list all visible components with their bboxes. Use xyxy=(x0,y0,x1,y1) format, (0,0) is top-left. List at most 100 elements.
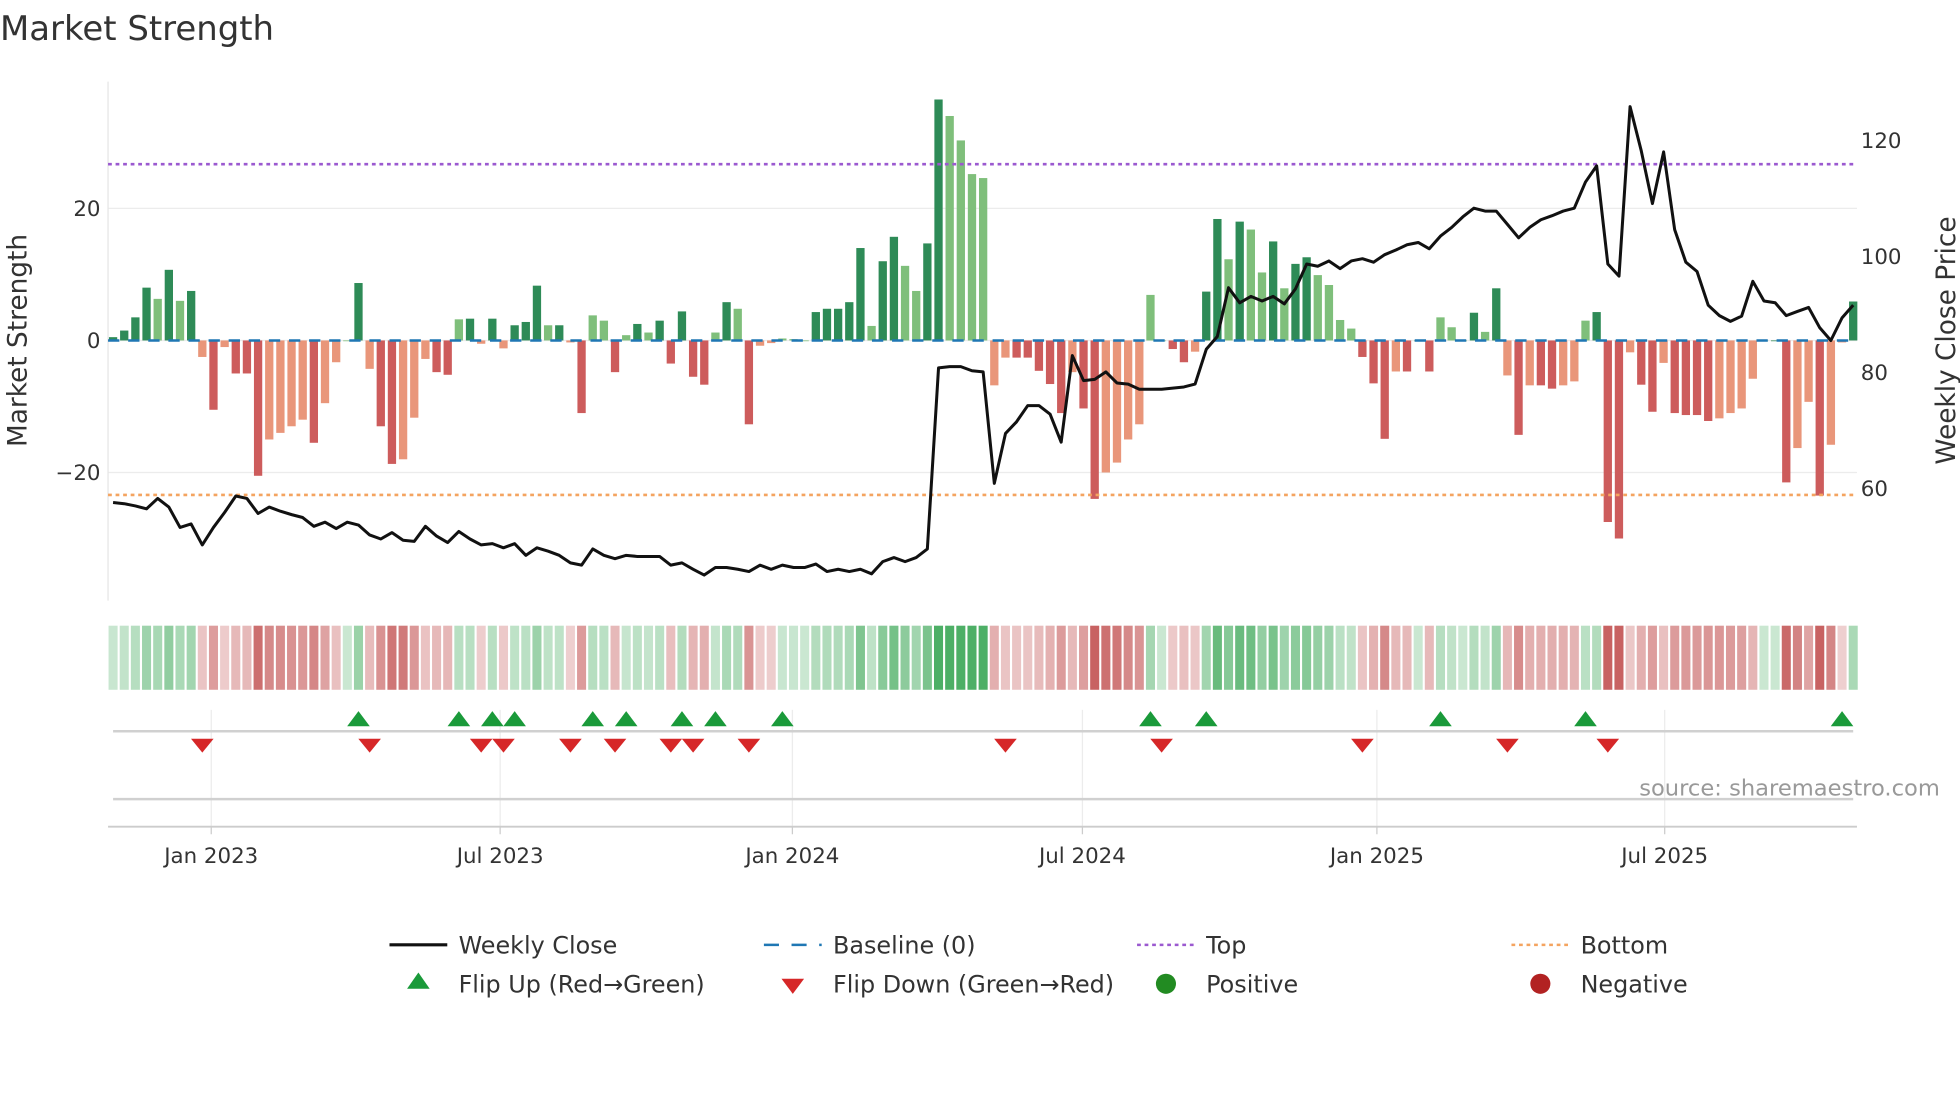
strength-bar xyxy=(1692,340,1702,416)
strength-bar xyxy=(1402,340,1412,372)
legend-item: Baseline (0) xyxy=(763,932,976,960)
flip-up-marker xyxy=(670,711,694,727)
strength-strip-cell xyxy=(1402,625,1412,690)
strength-strip-cell xyxy=(1536,625,1546,690)
strength-strip-cell xyxy=(1670,625,1680,690)
strength-strip-cell xyxy=(420,625,430,690)
strength-strip-cell xyxy=(1491,625,1501,690)
strength-strip-cell xyxy=(621,625,631,690)
flip-down-marker xyxy=(191,738,214,753)
strength-strip-cell xyxy=(1837,625,1847,690)
strength-bar xyxy=(1681,340,1691,416)
strength-strip-cell xyxy=(1804,625,1814,690)
x-tick-label: Jul 2024 xyxy=(1037,844,1126,869)
strength-bar xyxy=(1704,340,1713,421)
flip-up-marker xyxy=(447,711,471,727)
strength-bar xyxy=(1793,340,1802,449)
strength-strip-cell xyxy=(510,625,520,690)
strength-strip-cell xyxy=(242,625,252,690)
strength-strip-cell xyxy=(331,625,341,690)
strength-strip-cell xyxy=(1123,625,1133,690)
strength-bar xyxy=(131,317,140,341)
strength-bar xyxy=(231,340,240,374)
strength-bar xyxy=(1503,340,1512,376)
legend-item: Top xyxy=(1137,932,1246,960)
strength-bar xyxy=(220,340,229,348)
strength-bar xyxy=(677,311,687,341)
strength-strip-cell xyxy=(1000,625,1010,690)
strength-strip-cell xyxy=(1201,625,1211,690)
strength-strip-cell xyxy=(1157,625,1167,690)
strength-strip-cell xyxy=(1725,625,1736,690)
strength-strip-cell xyxy=(1302,625,1312,690)
strength-strip-cell xyxy=(1168,625,1178,690)
strength-bar xyxy=(978,178,988,341)
strength-bar xyxy=(1469,312,1479,341)
strength-bar xyxy=(521,321,530,341)
legend-item: Flip Down (Green→Red) xyxy=(781,971,1114,999)
strength-bar xyxy=(956,140,965,341)
strength-strip-cell xyxy=(231,625,241,690)
strength-bar xyxy=(856,248,865,341)
strength-bar xyxy=(398,340,408,460)
strength-strip-cell xyxy=(1547,625,1557,690)
strength-strip-cell xyxy=(655,625,665,690)
strength-strip-cell xyxy=(1737,625,1747,690)
strength-strip-cell xyxy=(253,625,263,690)
strength-bar xyxy=(1425,340,1434,372)
strength-strip-cell xyxy=(1279,625,1289,690)
strength-bar xyxy=(1659,340,1668,363)
strength-bar xyxy=(410,340,419,418)
strength-strip-cell xyxy=(220,625,230,690)
strength-bar xyxy=(1436,317,1445,341)
strength-strip-cell xyxy=(1335,625,1345,690)
strength-strip-cell xyxy=(989,625,999,690)
flip-down-marker xyxy=(737,738,761,753)
strength-strip-cell xyxy=(554,625,564,690)
legend-flip-up-icon xyxy=(407,972,430,989)
strength-strip-cell xyxy=(565,625,575,690)
strength-bar xyxy=(287,340,296,427)
strength-strip-cell xyxy=(287,625,297,690)
y2-tick-label: 80 xyxy=(1861,361,1888,386)
strength-strip-cell xyxy=(432,625,442,690)
strength-bar xyxy=(1202,291,1211,341)
strength-strip-cell xyxy=(1101,625,1111,690)
strength-strip-cell xyxy=(1424,625,1434,690)
strength-strip-cell xyxy=(1413,625,1423,690)
flip-down-marker xyxy=(1150,738,1173,753)
strength-strip-cell xyxy=(922,625,932,690)
strength-strip-cell xyxy=(1603,625,1613,690)
strength-strip-cell xyxy=(710,625,720,690)
strength-strip-cell xyxy=(119,625,129,690)
strength-bar xyxy=(365,340,374,369)
strength-strip-cell xyxy=(1235,625,1245,690)
legend-label: Flip Down (Green→Red) xyxy=(833,971,1114,999)
strength-bar xyxy=(811,312,820,341)
y2-axis-label: Weekly Close Price xyxy=(1932,216,1960,464)
strength-strip-cell xyxy=(275,625,285,690)
strength-bar xyxy=(510,325,519,341)
strength-strip-cell xyxy=(1558,625,1568,690)
strength-bar xyxy=(1168,340,1177,350)
strength-strip-cell xyxy=(1826,625,1836,690)
flip-up-marker xyxy=(1574,711,1597,727)
strength-strip-cell xyxy=(1636,625,1646,690)
x-tick-label: Jan 2024 xyxy=(743,844,839,869)
chart-title: Market Strength xyxy=(0,9,274,48)
strength-bar xyxy=(833,308,843,341)
strength-bar xyxy=(1280,288,1289,341)
strength-strip-cell xyxy=(1580,625,1591,690)
strength-bar xyxy=(1570,340,1579,382)
strength-bar xyxy=(744,340,754,425)
strength-strip-cell xyxy=(956,625,966,690)
strength-strip-cell xyxy=(1212,625,1222,690)
strength-strip-cell xyxy=(443,625,453,690)
strength-strip-cell xyxy=(1692,625,1702,690)
strength-strip-cell xyxy=(521,625,531,690)
strength-strip-cell xyxy=(197,625,207,690)
strength-bar xyxy=(1101,340,1110,473)
strength-bar xyxy=(878,261,887,341)
strength-bar xyxy=(934,99,943,341)
strength-bar xyxy=(733,308,742,341)
